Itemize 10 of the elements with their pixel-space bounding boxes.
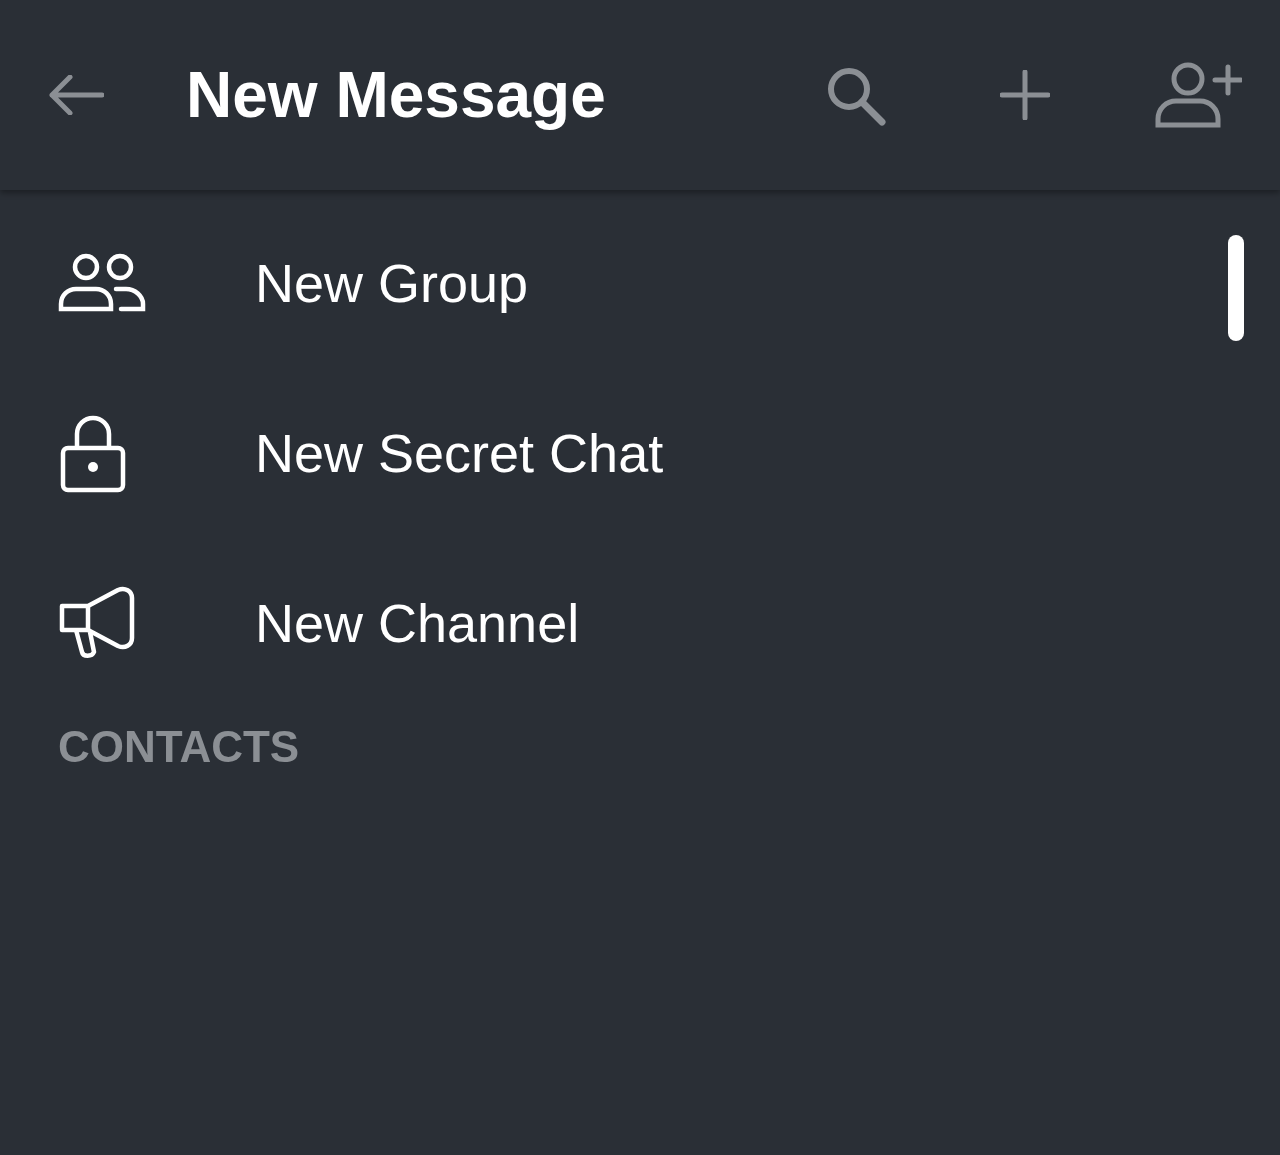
- scrollbar[interactable]: [1228, 235, 1244, 341]
- menu-item[interactable]: New Secret Chat: [0, 368, 1280, 538]
- back-arrow-icon[interactable]: [48, 75, 104, 115]
- plus-icon[interactable]: [1000, 70, 1050, 120]
- people-icon: [58, 253, 148, 313]
- screen-title: New Message: [186, 58, 606, 132]
- menu-item[interactable]: New Group: [0, 198, 1280, 368]
- menu-item[interactable]: New Channel: [0, 538, 1280, 708]
- add-person-icon[interactable]: [1154, 61, 1242, 129]
- section-header: CONTACTS: [57, 722, 301, 772]
